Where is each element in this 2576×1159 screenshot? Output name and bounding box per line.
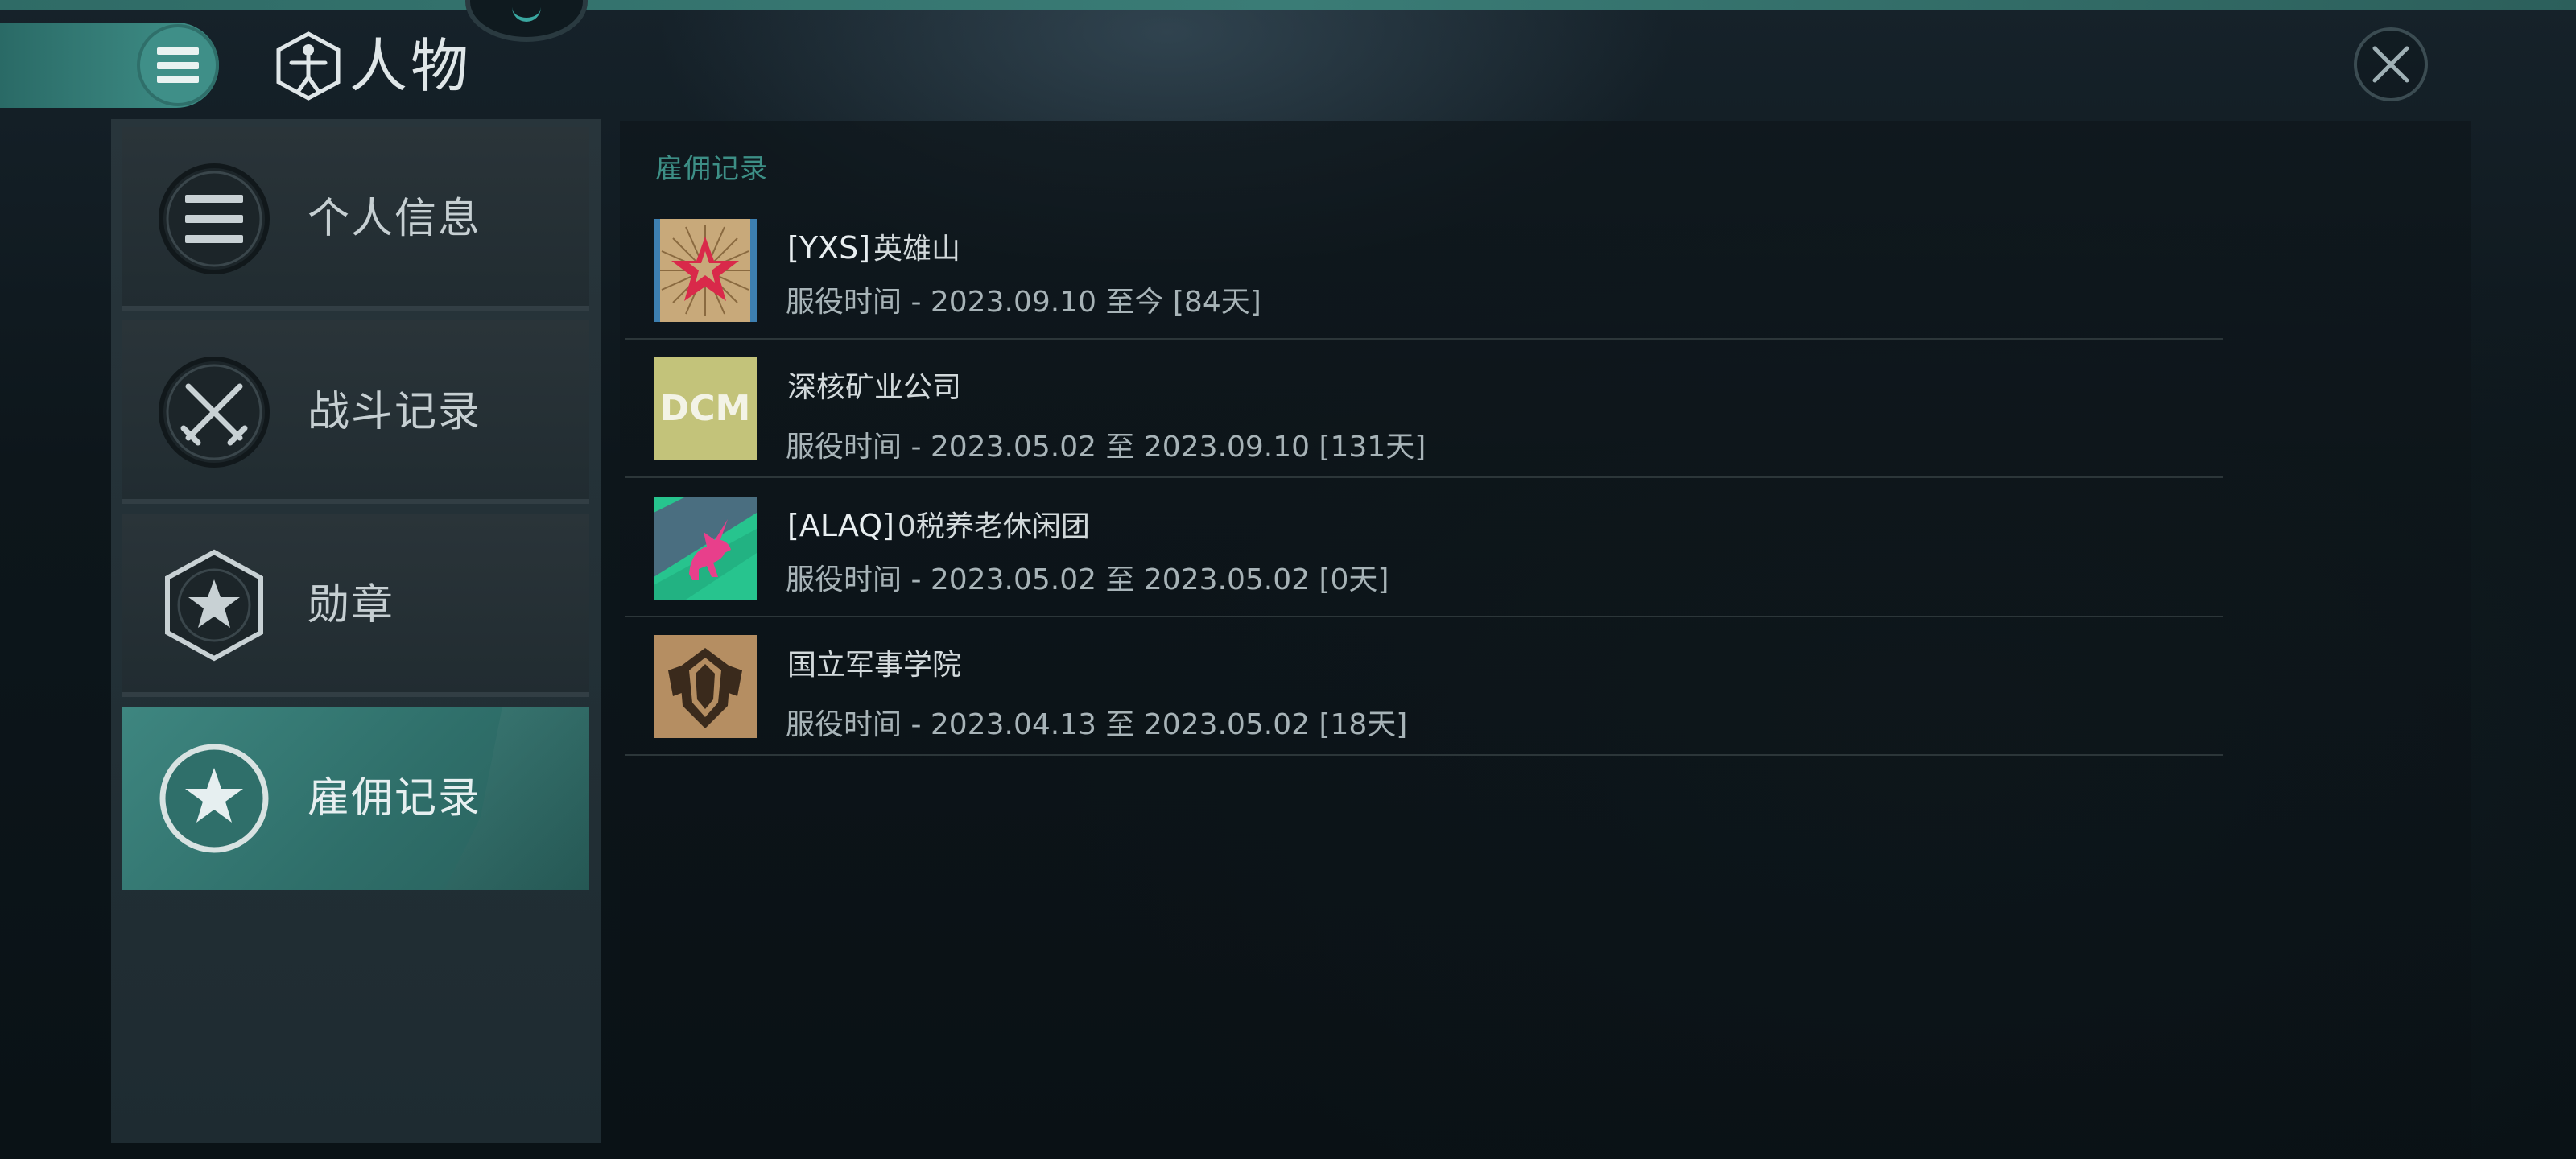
service-time: 服役时间 - 2023.05.02 至 2023.09.10 [131天] xyxy=(786,431,1426,464)
organization-name: 国立军事学院 xyxy=(787,649,962,682)
employment-record-row[interactable]: [YXS] 英雄山 服役时间 - 2023.09.10 至今 [84天] xyxy=(625,201,2223,340)
sidebar: 个人信息 战斗记录 勋章 雇佣记录 xyxy=(111,119,601,1143)
organization-tag: [ALAQ] xyxy=(787,508,894,543)
vitruvian-hex-icon xyxy=(276,31,341,101)
employment-record-row[interactable]: DCM 深核矿业公司 服役时间 - 2023.05.02 至 2023.09.1… xyxy=(625,340,2223,478)
sidebar-item-medals[interactable]: 勋章 xyxy=(122,514,589,697)
close-button[interactable] xyxy=(2354,27,2428,101)
top-accent-line xyxy=(0,0,2576,10)
military-academy-crest-logo xyxy=(654,635,757,738)
organization-name: [ALAQ] 0税养老休闲团 xyxy=(787,508,1090,543)
employment-record-row[interactable]: 国立军事学院 服役时间 - 2023.04.13 至 2023.05.02 [1… xyxy=(625,617,2223,756)
organization-name: [YXS] 英雄山 xyxy=(787,230,961,266)
crossed-swords-icon xyxy=(159,357,270,468)
employment-record-row[interactable]: [ALAQ] 0税养老休闲团 服役时间 - 2023.05.02 至 2023.0… xyxy=(625,479,2223,617)
close-icon xyxy=(2372,46,2409,83)
service-time: 服役时间 - 2023.09.10 至今 [84天] xyxy=(786,286,1261,319)
sidebar-item-label: 勋章 xyxy=(308,581,395,629)
page-title: 人物 xyxy=(349,32,473,100)
sidebar-item-label: 雇佣记录 xyxy=(308,774,482,823)
service-time: 服役时间 - 2023.05.02 至 2023.05.02 [0天] xyxy=(786,563,1389,596)
sidebar-item-label: 个人信息 xyxy=(308,195,482,243)
menu-button[interactable] xyxy=(137,24,219,106)
sidebar-item-personal-info[interactable]: 个人信息 xyxy=(122,127,589,311)
sidebar-item-employment-record[interactable]: 雇佣记录 xyxy=(122,707,589,890)
top-knob-decoration xyxy=(465,0,588,42)
star-hexagon-icon xyxy=(165,549,263,662)
dcm-logo: DCM xyxy=(654,357,757,460)
sidebar-item-battle-record[interactable]: 战斗记录 xyxy=(122,320,589,504)
organization-tag: [YXS] xyxy=(787,230,871,266)
list-icon xyxy=(159,163,270,274)
service-time: 服役时间 - 2023.04.13 至 2023.05.02 [18天] xyxy=(786,708,1408,741)
section-title: 雇佣记录 xyxy=(655,153,768,185)
sidebar-item-label: 战斗记录 xyxy=(308,388,482,436)
pink-unicorn-logo xyxy=(654,497,757,600)
svg-text:DCM: DCM xyxy=(660,388,751,429)
red-star-burst-logo xyxy=(654,219,757,322)
star-circle-icon xyxy=(159,744,269,853)
organization-name: 深核矿业公司 xyxy=(787,371,962,404)
menu-icon xyxy=(157,47,199,83)
